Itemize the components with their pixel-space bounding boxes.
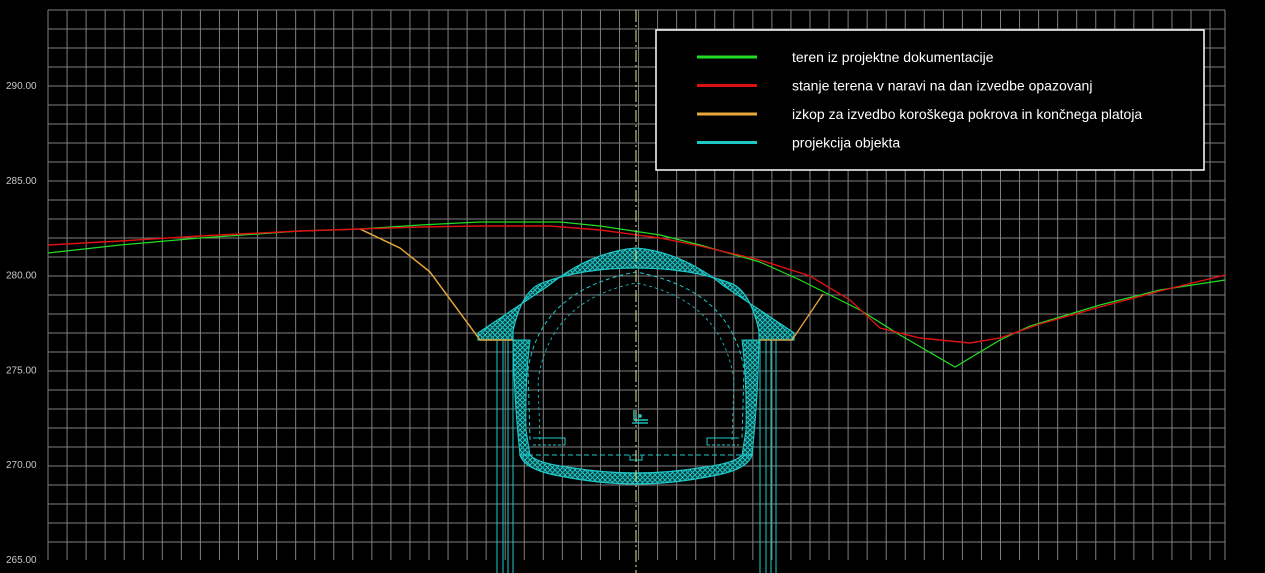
y-tick-label: 280.00 [6,271,37,282]
y-tick-label: 265.00 [6,555,37,566]
tunnel-lining-right [741,339,760,456]
excavation-line-left [359,228,513,341]
legend-label-teren_projekt: teren iz projektne dokumentacije [792,49,994,65]
excavation-line [359,228,513,341]
legend: teren iz projektne dokumentacije stanje t… [655,29,1205,171]
tunnel-lining-left [512,339,531,456]
cross-section-drawing: 290.00 285.00 280.00 275.00 270.00 265.00 ter… [6,9,1226,573]
legend-label-teren_narava: stanje terena v naravi na dan izvedbe op… [792,78,1092,94]
y-tick-label: 290.00 [6,81,37,92]
y-tick-label: 270.00 [6,460,37,471]
center-marker-icon [632,410,648,424]
y-tick-label: 275.00 [6,365,37,376]
y-axis-labels: 290.00 285.00 280.00 275.00 270.00 265.00 [6,81,37,566]
y-tick-label: 285.00 [6,176,37,187]
legend-label-izkop: izkop za izvedbo koroškega pokrova in ko… [792,106,1142,122]
legend-label-objekt: projekcija objekta [792,135,900,151]
